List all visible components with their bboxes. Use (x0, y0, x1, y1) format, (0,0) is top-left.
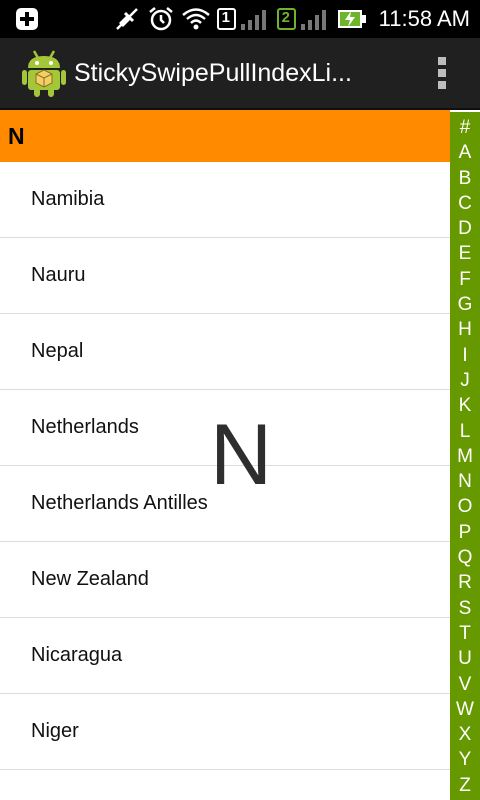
index-letter[interactable]: Y (450, 747, 480, 772)
index-letter[interactable]: N (450, 469, 480, 494)
index-letter[interactable]: B (450, 166, 480, 191)
usb-debug-icon (14, 6, 40, 32)
status-bar: 1 2 11:58 AM (0, 0, 480, 38)
app-title: StickySwipePullIndexLi... (74, 58, 352, 87)
index-letter[interactable]: L (450, 419, 480, 444)
index-letter[interactable]: O (450, 494, 480, 519)
android-app-icon[interactable] (22, 48, 66, 98)
sim1-label: 1 (221, 9, 231, 26)
index-letter[interactable]: R (450, 570, 480, 595)
index-overlay-letter: N (210, 407, 273, 503)
index-letter[interactable]: G (450, 292, 480, 317)
list-item[interactable]: Niger (0, 694, 450, 770)
index-letter[interactable]: C (450, 191, 480, 216)
index-letter[interactable]: F (450, 267, 480, 292)
status-time: 11:58 AM (378, 6, 470, 31)
list-item[interactable]: Nepal (0, 314, 450, 390)
index-letter[interactable]: D (450, 216, 480, 241)
action-bar: StickySwipePullIndexLi... (0, 38, 480, 110)
index-letter[interactable]: K (450, 393, 480, 418)
sticky-section-header: N (0, 110, 450, 162)
index-letter[interactable]: Q (450, 545, 480, 570)
index-letter[interactable]: # (450, 115, 480, 140)
index-letter[interactable]: H (450, 317, 480, 342)
sim1-signal-icon: 1 (216, 6, 271, 32)
index-letter[interactable]: V (450, 672, 480, 697)
index-letter[interactable]: X (450, 722, 480, 747)
index-letter[interactable]: W (450, 697, 480, 722)
index-letter[interactable]: E (450, 241, 480, 266)
index-letter[interactable]: A (450, 140, 480, 165)
index-letter[interactable]: S (450, 596, 480, 621)
index-letter[interactable]: T (450, 621, 480, 646)
alarm-icon (147, 5, 175, 33)
sim2-label: 2 (281, 9, 291, 26)
wifi-icon (181, 6, 211, 32)
list-item[interactable]: New Zealand (0, 542, 450, 618)
sim2-signal-icon: 2 (276, 6, 331, 32)
list-item[interactable]: Nicaragua (0, 618, 450, 694)
list-item[interactable]: Namibia (0, 162, 450, 238)
battery-charging-icon (337, 8, 367, 30)
index-letter[interactable]: U (450, 646, 480, 671)
index-letter[interactable]: M (450, 444, 480, 469)
index-letter[interactable]: J (450, 368, 480, 393)
index-letter[interactable]: P (450, 520, 480, 545)
overflow-menu-icon[interactable] (434, 53, 450, 93)
mute-icon (113, 5, 141, 33)
list-item[interactable]: Nauru (0, 238, 450, 314)
alphabet-index-bar[interactable]: # A B C D E F G H I J K L M N O P Q R S T U V W X Y Z (450, 112, 480, 800)
index-letter[interactable]: Z (450, 773, 480, 798)
index-letter[interactable]: I (450, 343, 480, 368)
